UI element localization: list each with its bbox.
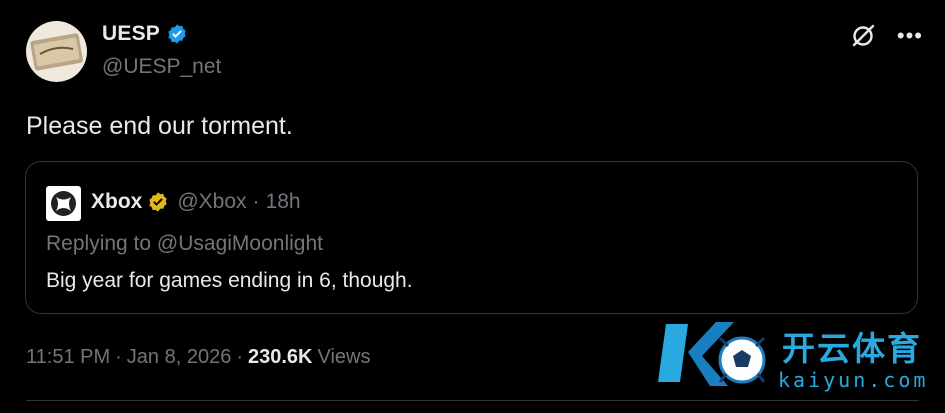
- xbox-logo-icon: [51, 191, 76, 216]
- kaiyun-logo-icon: [658, 322, 766, 386]
- grok-icon[interactable]: [849, 22, 877, 50]
- views-count: 230.6K: [248, 346, 313, 368]
- divider: [26, 400, 919, 401]
- more-icon[interactable]: •••: [897, 25, 923, 47]
- author-name-row: UESP: [102, 22, 188, 46]
- quote-separator: ·: [252, 190, 260, 213]
- watermark: 开云体育 kaiyun.com: [658, 312, 940, 396]
- meta-separator: ·: [115, 346, 122, 368]
- quoted-tweet[interactable]: Xbox @Xbox · 18h Replying to @UsagiMoonl…: [25, 161, 918, 314]
- meta-separator: ·: [236, 346, 243, 368]
- verified-badge-icon[interactable]: [166, 23, 188, 45]
- author-display-name[interactable]: UESP: [102, 22, 160, 46]
- views-label: Views: [317, 346, 371, 368]
- tweet-actions-top: •••: [849, 22, 923, 50]
- replying-prefix: Replying to: [46, 232, 152, 255]
- watermark-cn-text: 开云体育: [782, 330, 922, 367]
- tweet-meta: 11:51 PM · Jan 8, 2026 · 230.6K Views: [26, 346, 371, 369]
- watermark-en-text: kaiyun.com: [778, 368, 929, 392]
- quote-timestamp[interactable]: 18h: [266, 190, 301, 214]
- quote-text: Big year for games ending in 6, though.: [46, 269, 413, 292]
- tweet-date[interactable]: Jan 8, 2026: [127, 346, 232, 368]
- quote-author-handle[interactable]: @Xbox: [177, 190, 246, 214]
- quote-replying-to: Replying to @UsagiMoonlight: [46, 232, 323, 256]
- author-handle[interactable]: @UESP_net: [102, 55, 221, 79]
- verified-gold-badge-icon[interactable]: [147, 191, 169, 213]
- tweet-author-avatar[interactable]: [26, 21, 87, 82]
- quote-author-avatar[interactable]: [46, 186, 81, 221]
- tweet-text: Please end our torment.: [26, 112, 293, 140]
- replying-to-mention[interactable]: @UsagiMoonlight: [157, 232, 323, 255]
- tweet-time[interactable]: 11:51 PM: [26, 346, 110, 368]
- quote-author-display-name[interactable]: Xbox: [91, 190, 142, 214]
- quote-name-row: Xbox @Xbox · 18h: [91, 190, 301, 214]
